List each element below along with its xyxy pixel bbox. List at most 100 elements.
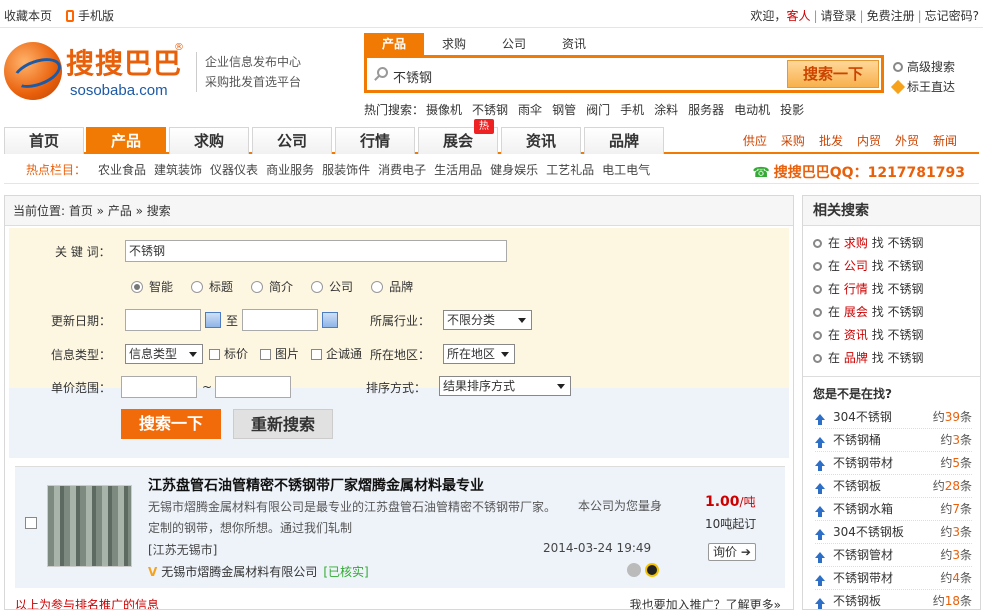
qq-text: 搜搜巴巴QQ：1217781793 [773,165,965,181]
reset-search-button[interactable]: 重新搜索 [233,409,333,439]
price-max-input[interactable] [215,376,291,398]
qq-contact[interactable]: ☎ 搜搜巴巴QQ：1217781793 [752,162,965,182]
hot-search-item[interactable]: 手机 [620,101,644,118]
radio-smart[interactable]: 智能 [131,278,173,295]
nav-buy[interactable]: 求购 [169,127,249,154]
radio-brand[interactable]: 品牌 [371,278,413,295]
date-to-label: 至 [226,314,239,328]
hot-column-item[interactable]: 电工电气 [602,161,650,178]
search-tab-news[interactable]: 资讯 [544,33,604,55]
region-select[interactable]: 所在地区 [443,344,515,364]
site-logo[interactable]: 搜搜巴巴 ® sosobaba.com [4,38,194,106]
hot-column-item[interactable]: 商业服务 [266,161,314,178]
search-input[interactable]: 不锈钢 搜索一下 [364,55,884,93]
hot-search-item[interactable]: 摄像机 [426,101,462,118]
mobile-link[interactable]: 手机版 [66,7,114,24]
keyword-input[interactable]: 不锈钢 [125,240,507,262]
price-min-input[interactable] [121,376,197,398]
nav-product[interactable]: 产品 [86,127,166,154]
search-tab-product[interactable]: 产品 [364,33,424,55]
suggest-item[interactable]: 304不锈钢 约39条 [815,406,972,429]
suggest-item[interactable]: 不锈钢板 约18条 [815,590,972,609]
hot-search-item[interactable]: 涂料 [654,101,678,118]
promo-note-right[interactable]: 我也要加入推广？了解更多» [630,596,781,609]
result-checkbox[interactable] [25,517,37,529]
result-title[interactable]: 江苏盘管石油管精密不锈钢带厂家熠腾金属材料最专业 [148,475,484,495]
bookmark-link[interactable]: 收藏本页 [4,7,52,24]
hot-search-item[interactable]: 雨伞 [518,101,542,118]
suggest-name: 不锈钢带材 [833,456,894,470]
hot-search-item[interactable]: 阀门 [586,101,610,118]
nav-purchase[interactable]: 采购 [781,132,805,149]
nav-domestic[interactable]: 内贸 [857,132,881,149]
hot-column-item[interactable]: 服装饰件 [322,161,370,178]
related-item[interactable]: 在 行情 找 不锈钢 [813,278,980,301]
hot-search-item[interactable]: 服务器 [688,101,724,118]
search-button[interactable]: 搜索一下 [787,60,879,88]
nav-wholesale[interactable]: 批发 [819,132,843,149]
suggest-item[interactable]: 304不锈钢板 约3条 [815,521,972,544]
hot-column-item[interactable]: 工艺礼品 [546,161,594,178]
nav-home[interactable]: 首页 [4,127,84,154]
search-tab-company[interactable]: 公司 [484,33,544,55]
check-price[interactable]: 标价 [209,345,248,362]
nav-company[interactable]: 公司 [252,127,332,154]
forgot-password-link[interactable]: 忘记密码? [925,7,979,24]
suggest-item[interactable]: 不锈钢带材 约4条 [815,567,972,590]
nav-news[interactable]: 资讯 [501,127,581,154]
date-to-input[interactable] [242,309,318,331]
check-image[interactable]: 图片 [260,345,299,362]
suggest-item[interactable]: 不锈钢带材 约5条 [815,452,972,475]
hot-search-item[interactable]: 电动机 [734,101,770,118]
related-item[interactable]: 在 展会 找 不锈钢 [813,301,980,324]
promo-note-left[interactable]: 以上为参与排名推广的信息 [15,598,159,609]
hot-column-item[interactable]: 仪器仪表 [210,161,258,178]
suggest-item[interactable]: 不锈钢管材 约3条 [815,544,972,567]
register-link[interactable]: 免费注册 [867,7,915,24]
login-link[interactable]: 请登录 [821,7,857,24]
suggest-item[interactable]: 不锈钢桶 约3条 [815,429,972,452]
hot-column-item[interactable]: 消费电子 [378,161,426,178]
radio-company[interactable]: 公司 [311,278,353,295]
inquiry-button[interactable]: 询价 ➔ [708,543,756,561]
search-icon [813,308,822,317]
related-keyword: 展会 [843,305,868,319]
search-submit-button[interactable]: 搜索一下 [121,409,221,439]
hot-column-item[interactable]: 生活用品 [434,161,482,178]
suggest-name: 不锈钢管材 [833,548,894,562]
calendar-icon[interactable] [322,312,338,328]
related-item[interactable]: 在 求购 找 不锈钢 [813,232,980,255]
industry-select[interactable]: 不限分类 [443,310,532,330]
hot-column-item[interactable]: 健身娱乐 [490,161,538,178]
logo-cn: 搜搜巴巴 [66,47,183,80]
nav-brand[interactable]: 品牌 [584,127,664,154]
search-tab-buy[interactable]: 求购 [424,33,484,55]
nav-foreign[interactable]: 外贸 [895,132,919,149]
nav-market[interactable]: 行情 [335,127,415,154]
radio-intro[interactable]: 简介 [251,278,293,295]
hot-search-item[interactable]: 不锈钢 [472,101,508,118]
hot-search-item[interactable]: 钢管 [552,101,576,118]
advanced-search-link[interactable]: 高级搜索 [893,57,955,77]
date-from-input[interactable] [125,309,201,331]
suggest-item[interactable]: 不锈钢板 约28条 [815,475,972,498]
qq-icon[interactable] [645,563,659,577]
type-select[interactable]: 信息类型 [125,344,203,364]
chat-icon[interactable] [627,563,641,577]
related-item[interactable]: 在 品牌 找 不锈钢 [813,347,980,370]
sort-select[interactable]: 结果排序方式 [439,376,571,396]
radio-title[interactable]: 标题 [191,278,233,295]
related-item[interactable]: 在 公司 找 不锈钢 [813,255,980,278]
nav-newsitem[interactable]: 新闻 [933,132,957,149]
hot-search-item[interactable]: 投影 [780,101,804,118]
nav-supply[interactable]: 供应 [743,132,767,149]
suggest-item[interactable]: 不锈钢水箱 约7条 [815,498,972,521]
result-company[interactable]: V 无锡市熠腾金属材料有限公司 [已核实] [148,563,369,580]
hot-column-item[interactable]: 农业食品 [98,161,146,178]
direct-link[interactable]: 标王直达 [890,77,955,97]
check-trust[interactable]: 企诚通 [311,345,362,362]
calendar-icon[interactable] [205,312,221,328]
related-item[interactable]: 在 资讯 找 不锈钢 [813,324,980,347]
hot-column-item[interactable]: 建筑装饰 [154,161,202,178]
product-thumbnail[interactable] [47,485,132,567]
